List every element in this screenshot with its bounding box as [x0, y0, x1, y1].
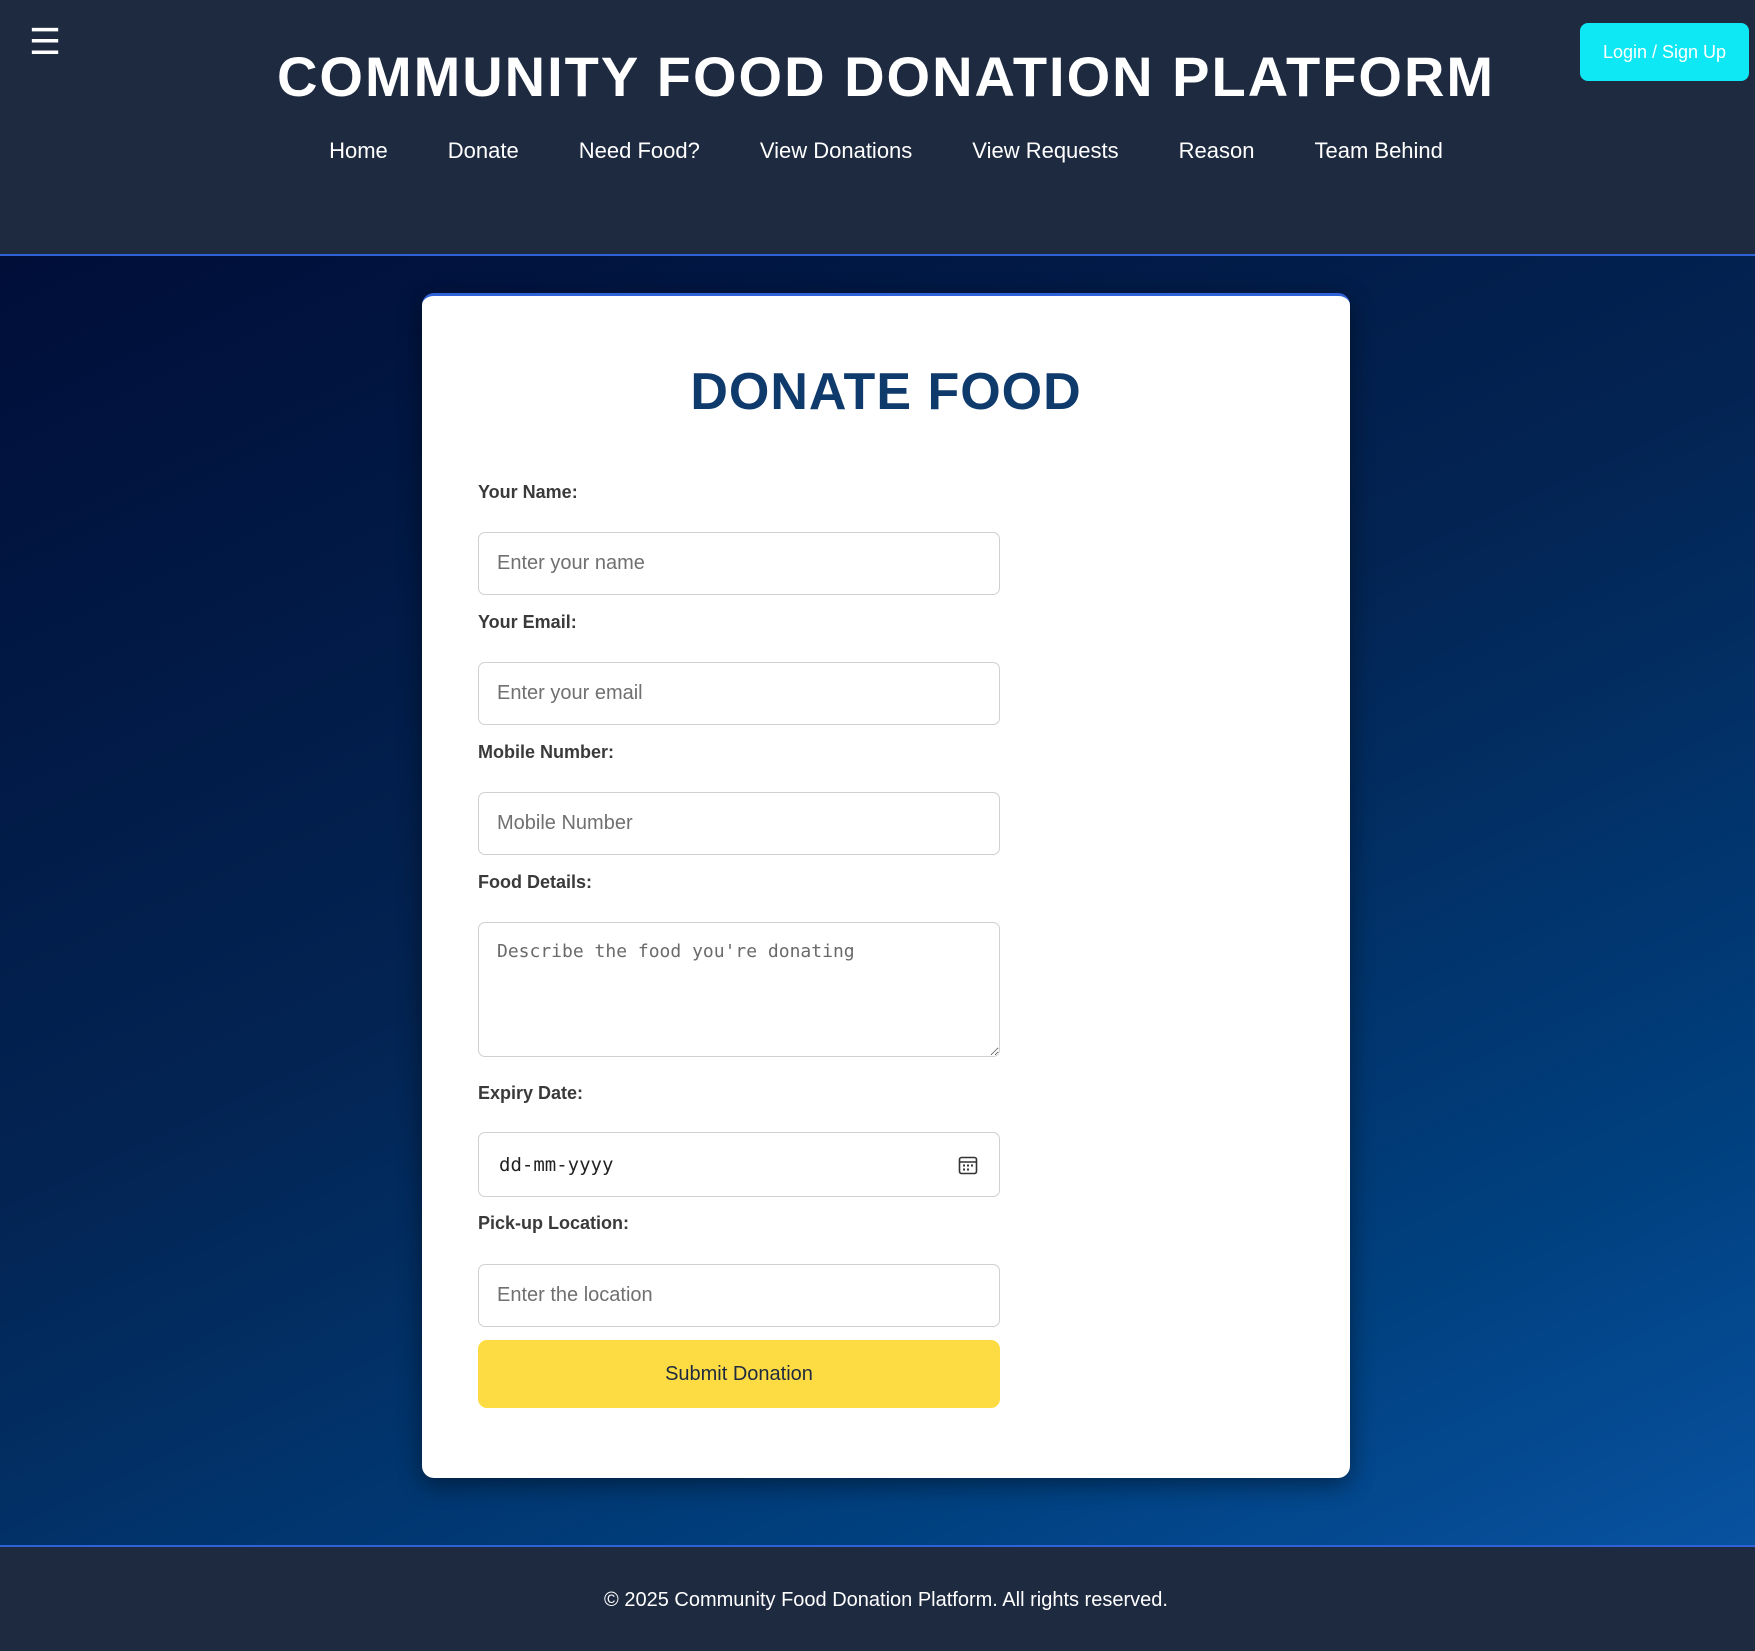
mobile-input[interactable]	[478, 792, 1000, 855]
nav-link-need-food[interactable]: Need Food?	[549, 138, 730, 164]
mobile-label: Mobile Number:	[478, 742, 615, 762]
pickup-location-input[interactable]	[478, 1264, 1000, 1327]
email-input[interactable]	[478, 662, 1000, 725]
site-header: ☰ COMMUNITY FOOD DONATION PLATFORM Home …	[0, 0, 1755, 256]
page-main: DONATE FOOD Your Name: Your Email: Mobil…	[0, 256, 1755, 1545]
calendar-icon[interactable]	[957, 1154, 979, 1176]
form-title: DONATE FOOD	[690, 363, 1082, 421]
nav-link-reason[interactable]: Reason	[1149, 138, 1285, 164]
nav-link-view-requests[interactable]: View Requests	[942, 138, 1148, 164]
expiry-date-input[interactable]: dd-mm-yyyy	[478, 1132, 1000, 1197]
nav-link-team-behind[interactable]: Team Behind	[1284, 138, 1472, 164]
nav-link-view-donations[interactable]: View Donations	[730, 138, 942, 164]
copyright-text: © 2025 Community Food Donation Platform.…	[604, 1589, 1168, 1611]
name-label: Your Name:	[478, 482, 578, 502]
main-nav: Home Donate Need Food? View Donations Vi…	[0, 138, 1755, 164]
food-details-textarea[interactable]	[478, 922, 1000, 1057]
login-signup-button[interactable]: Login / Sign Up	[1580, 23, 1749, 81]
pickup-location-label: Pick-up Location:	[478, 1213, 630, 1233]
expiry-date-label: Expiry Date:	[478, 1083, 584, 1103]
donate-form-card: DONATE FOOD Your Name: Your Email: Mobil…	[422, 293, 1350, 1478]
expiry-date-placeholder: dd-mm-yyyy	[499, 1153, 614, 1176]
nav-link-donate[interactable]: Donate	[418, 138, 549, 164]
site-footer: © 2025 Community Food Donation Platform.…	[0, 1545, 1755, 1651]
nav-link-home[interactable]: Home	[299, 138, 418, 164]
name-input[interactable]	[478, 532, 1000, 595]
submit-donation-button[interactable]: Submit Donation	[478, 1340, 1000, 1408]
email-label: Your Email:	[478, 612, 577, 632]
food-details-label: Food Details:	[478, 872, 593, 892]
site-title: COMMUNITY FOOD DONATION PLATFORM	[276, 45, 1496, 108]
